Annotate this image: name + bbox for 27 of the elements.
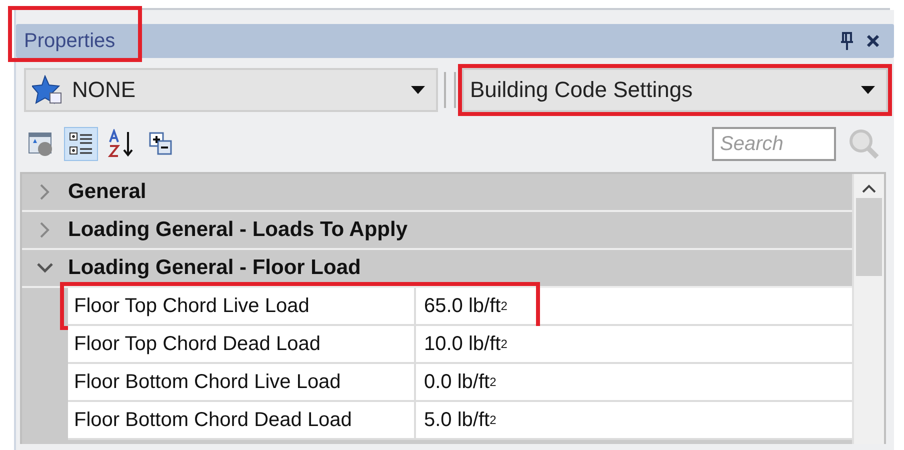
property-name: Floor Top Chord Dead Load — [68, 326, 416, 362]
sort-alphabetical-icon — [107, 129, 135, 159]
panel-title: Properties — [24, 30, 116, 52]
search-icon — [848, 128, 880, 160]
chevron-right-icon — [40, 184, 50, 200]
star-icon — [32, 75, 64, 105]
property-pages-icon — [27, 130, 55, 158]
scroll-up-icon — [862, 184, 876, 194]
categorized-button[interactable] — [64, 127, 98, 161]
scrollbar-thumb[interactable] — [856, 198, 882, 276]
dropdown-caret-icon — [860, 85, 876, 95]
property-name: Floor Bottom Chord Dead Load — [68, 402, 416, 438]
category-label: Loading General - Loads To Apply — [68, 218, 408, 242]
category-label: General — [68, 180, 146, 204]
dropdown-caret-icon — [410, 85, 426, 95]
chevron-right-icon — [40, 222, 50, 238]
property-name: Floor Bottom Chord Live Load — [68, 364, 416, 400]
property-name: Floor Top Chord Live Load — [68, 288, 416, 324]
category-label: Loading General - Floor Load — [68, 256, 361, 280]
chevron-down-icon — [37, 263, 53, 273]
pin-icon — [840, 32, 854, 50]
search-field[interactable]: Search — [712, 127, 836, 161]
dropdown[interactable]: NONE — [24, 68, 438, 112]
expand-collapse-icon — [147, 130, 175, 158]
splitter-grip[interactable] — [444, 72, 456, 108]
scrollbar[interactable] — [852, 174, 884, 444]
close-icon — [866, 34, 880, 48]
